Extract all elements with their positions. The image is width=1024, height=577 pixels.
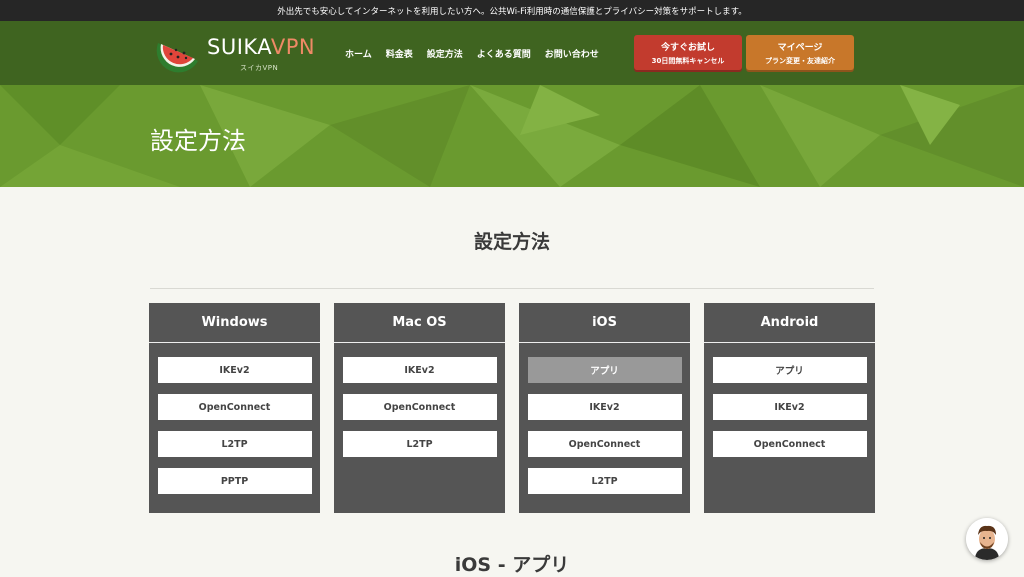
nav-contact[interactable]: お問い合わせ — [545, 47, 599, 60]
nav-faq[interactable]: よくある質問 — [477, 47, 531, 60]
subsection-title: iOS - アプリ — [454, 554, 570, 576]
main-nav: ホーム 料金表 設定方法 よくある質問 お問い合わせ — [345, 21, 599, 85]
windows-ikev2-button[interactable]: IKEv2 — [157, 357, 312, 383]
watermelon-icon — [156, 43, 198, 73]
free-trial-label: 今すぐお試し — [660, 42, 715, 53]
platform-title-android: Android — [704, 303, 875, 343]
section-divider — [150, 288, 874, 289]
site-logo[interactable]: SUIKAVPN スイカVPN — [154, 29, 315, 77]
ios-openconnect-button[interactable]: OpenConnect — [527, 431, 682, 457]
free-trial-button[interactable]: 今すぐお試し 30日間無料キャンセル — [634, 35, 742, 70]
macos-l2tp-button[interactable]: L2TP — [342, 431, 497, 457]
android-app-button[interactable]: アプリ — [712, 357, 867, 383]
page-hero-banner: 設定方法 — [0, 85, 1024, 187]
ios-l2tp-button[interactable]: L2TP — [527, 468, 682, 494]
nav-setup[interactable]: 設定方法 — [427, 47, 463, 60]
windows-openconnect-button[interactable]: OpenConnect — [157, 394, 312, 420]
mypage-button[interactable]: マイページ プラン変更・友達紹介 — [746, 35, 854, 70]
platform-title-macos: Mac OS — [334, 303, 505, 343]
logo-brand-suika: SUIKA — [207, 35, 271, 59]
android-ikev2-button[interactable]: IKEv2 — [712, 394, 867, 420]
free-trial-sublabel: 30日間無料キャンセル — [651, 56, 725, 65]
nav-pricing[interactable]: 料金表 — [386, 47, 413, 60]
hero-title: 設定方法 — [150, 127, 246, 155]
platform-card-ios: iOS アプリ IKEv2 OpenConnect L2TP — [519, 303, 690, 513]
macos-openconnect-button[interactable]: OpenConnect — [342, 394, 497, 420]
site-header: SUIKAVPN スイカVPN ホーム 料金表 設定方法 よくある質問 お問い合… — [0, 21, 1024, 85]
platform-title-ios: iOS — [519, 303, 690, 343]
support-avatar-icon[interactable] — [966, 518, 1008, 560]
platform-title-windows: Windows — [149, 303, 320, 343]
platform-card-android: Android アプリ IKEv2 OpenConnect — [704, 303, 875, 513]
logo-wordmark: SUIKAVPN — [207, 35, 315, 59]
windows-pptp-button[interactable]: PPTP — [157, 468, 312, 494]
logo-brand-vpn: VPN — [270, 35, 316, 59]
support-avatar-graphic — [966, 518, 1008, 560]
ios-app-button[interactable]: アプリ — [527, 357, 682, 383]
section-title: 設定方法 — [473, 231, 550, 253]
mypage-label: マイページ — [777, 42, 823, 53]
ios-ikev2-button[interactable]: IKEv2 — [527, 394, 682, 420]
nav-home[interactable]: ホーム — [345, 47, 372, 60]
announcement-text: 外出先でも安心してインターネットを利用したい方へ。公共Wi-Fi利用時の通信保護… — [277, 6, 747, 17]
platform-card-macos: Mac OS IKEv2 OpenConnect L2TP — [334, 303, 505, 513]
macos-ikev2-button[interactable]: IKEv2 — [342, 357, 497, 383]
android-openconnect-button[interactable]: OpenConnect — [712, 431, 867, 457]
logo-subtitle: スイカVPN — [240, 64, 279, 72]
top-announcement-bar: 外出先でも安心してインターネットを利用したい方へ。公共Wi-Fi利用時の通信保護… — [0, 0, 1024, 21]
mypage-sublabel: プラン変更・友達紹介 — [765, 56, 835, 65]
windows-l2tp-button[interactable]: L2TP — [157, 431, 312, 457]
platform-card-windows: Windows IKEv2 OpenConnect L2TP PPTP — [149, 303, 320, 513]
